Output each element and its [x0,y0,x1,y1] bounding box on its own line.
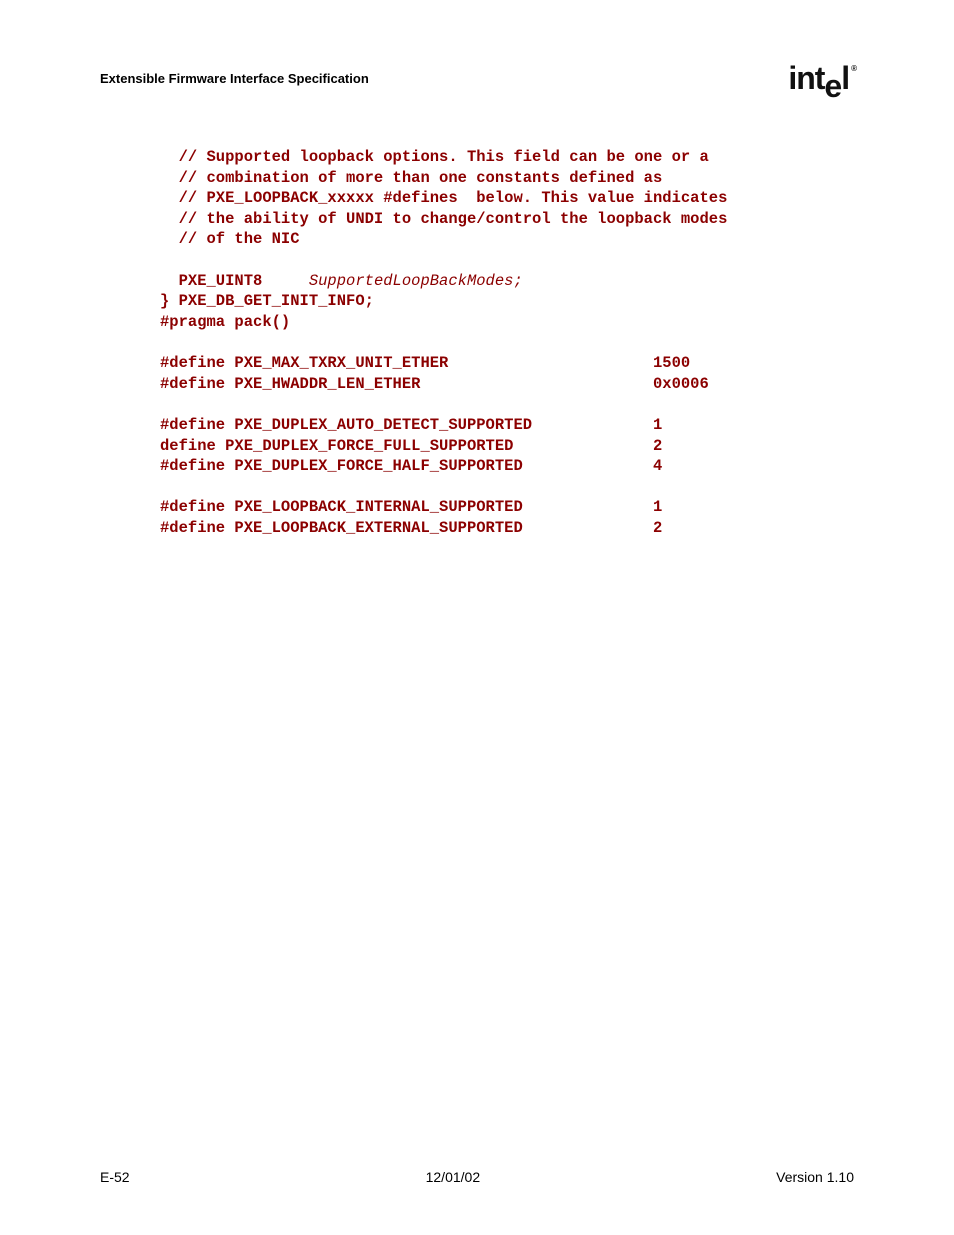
pragma-line: #pragma pack() [160,313,290,331]
blank-line [160,251,169,269]
type-decl: PXE_UINT8 [160,272,309,290]
define-line: #define PXE_MAX_TXRX_UNIT_ETHER 1500 [160,354,690,372]
struct-close: } PXE_DB_GET_INIT_INFO; [160,292,374,310]
comment-line: // combination of more than one constant… [160,169,662,187]
define-line: #define PXE_HWADDR_LEN_ETHER 0x0006 [160,375,709,393]
logo-part-1: int [788,60,824,96]
blank-line [160,333,169,351]
footer-page-number: E-52 [100,1169,130,1185]
logo-reg: ® [851,64,856,73]
page-footer: E-52 12/01/02 Version 1.10 [100,1169,854,1185]
comment-line: // of the NIC [160,230,300,248]
define-line: #define PXE_LOOPBACK_INTERNAL_SUPPORTED … [160,498,662,516]
blank-line [160,395,169,413]
comment-line: // PXE_LOOPBACK_xxxxx #defines below. Th… [160,189,727,207]
intel-logo: intel® [788,60,854,97]
page-container: Extensible Firmware Interface Specificat… [0,0,954,539]
footer-date: 12/01/02 [426,1169,481,1185]
spec-title: Extensible Firmware Interface Specificat… [100,71,369,86]
logo-part-e: e [824,68,841,105]
define-line: #define PXE_LOOPBACK_EXTERNAL_SUPPORTED … [160,519,662,537]
define-line: #define PXE_DUPLEX_AUTO_DETECT_SUPPORTED… [160,416,662,434]
blank-line [160,478,169,496]
code-block: // Supported loopback options. This fiel… [100,147,854,539]
page-header: Extensible Firmware Interface Specificat… [100,60,854,97]
comment-line: // the ability of UNDI to change/control… [160,210,727,228]
define-line: define PXE_DUPLEX_FORCE_FULL_SUPPORTED 2 [160,437,662,455]
comment-line: // Supported loopback options. This fiel… [160,148,709,166]
var-name: SupportedLoopBackModes; [309,272,523,290]
logo-part-3: l [841,60,849,96]
define-line: #define PXE_DUPLEX_FORCE_HALF_SUPPORTED … [160,457,662,475]
footer-version: Version 1.10 [776,1169,854,1185]
